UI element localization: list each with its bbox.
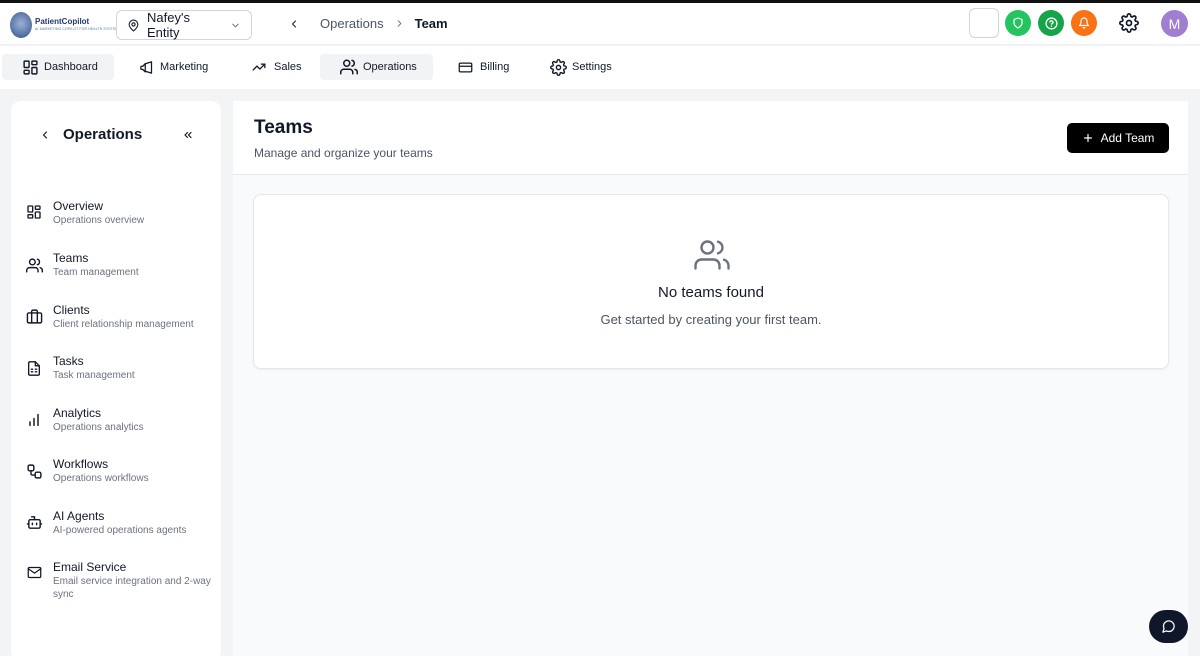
plus-icon xyxy=(1083,133,1092,143)
trending-up-icon xyxy=(252,63,266,71)
sidebar-item-label: Tasks xyxy=(53,354,84,368)
back-chevron-icon[interactable] xyxy=(288,18,302,30)
logo-tagline: AI MARKETING COPILOT FOR HEALTH SYSTEMS xyxy=(35,27,121,32)
page-subtitle: Manage and organize your teams xyxy=(254,146,433,160)
add-team-button[interactable]: Add Team xyxy=(1067,123,1169,153)
nav-label: Sales xyxy=(274,61,302,73)
megaphone-icon xyxy=(140,60,153,74)
bell-icon xyxy=(1078,17,1090,29)
nav-label: Marketing xyxy=(160,61,209,73)
empty-state-card: No teams found Get started by creating y… xyxy=(253,194,1169,369)
map-pin-icon xyxy=(128,19,139,31)
users-icon xyxy=(694,240,730,270)
grid-icon xyxy=(23,59,38,75)
sidebar-item-desc: Email service integration and 2-way sync xyxy=(53,576,211,600)
sidebar-item-label: Teams xyxy=(53,251,89,265)
entity-selector[interactable]: Nafey's Entity xyxy=(116,10,252,40)
chevron-right-icon xyxy=(394,18,405,29)
message-circle-icon xyxy=(1162,620,1175,633)
sidebar-item-tasks[interactable]: Tasks Task management xyxy=(11,354,221,398)
header-blank-button[interactable] xyxy=(969,8,999,38)
shield-icon xyxy=(1013,17,1023,29)
sidebar-item-workflows[interactable]: Workflows Operations workflows xyxy=(11,457,221,501)
sidebar-item-desc: Operations overview xyxy=(53,215,145,226)
bar-chart-icon xyxy=(29,413,39,427)
sidebar-item-teams[interactable]: Teams Team management xyxy=(11,251,221,295)
sidebar-item-label: AI Agents xyxy=(53,509,105,523)
nav-dashboard[interactable]: Dashboard xyxy=(2,54,114,80)
add-team-label: Add Team xyxy=(1100,131,1155,145)
users-icon xyxy=(340,59,358,75)
nav-sales[interactable]: Sales xyxy=(229,54,310,80)
nav-operations[interactable]: Operations xyxy=(320,54,433,80)
nav-settings[interactable]: Settings xyxy=(530,54,620,80)
entity-name: Nafey's Entity xyxy=(147,10,190,40)
credit-card-icon xyxy=(458,62,473,72)
logo-name: PatientCopilot xyxy=(35,17,90,27)
settings-gear-icon[interactable] xyxy=(1119,13,1139,33)
sidebar-item-label: Email Service xyxy=(53,560,127,574)
sidebar-header: Operations xyxy=(11,125,221,145)
gear-icon xyxy=(550,58,567,76)
workflow-icon xyxy=(27,464,42,479)
chat-button[interactable] xyxy=(1149,610,1188,643)
main-content: Teams Manage and organize your teams Add… xyxy=(233,101,1188,656)
help-circle-icon xyxy=(1044,16,1058,30)
sidebar-item-email-service[interactable]: Email Service Email service integration … xyxy=(11,560,221,616)
breadcrumb-current: Team xyxy=(414,16,448,31)
empty-state-subtitle: Get started by creating your first team. xyxy=(600,312,822,327)
nav-label: Dashboard xyxy=(44,61,98,73)
logo-mark xyxy=(10,12,32,38)
sidebar-item-desc: Operations analytics xyxy=(53,422,144,433)
logo[interactable]: PatientCopilot AI MARKETING COPILOT FOR … xyxy=(10,12,121,38)
page-header: Teams Manage and organize your teams Add… xyxy=(233,101,1188,175)
sidebar-item-label: Analytics xyxy=(53,406,102,420)
sidebar-item-desc: Operations workflows xyxy=(53,473,149,484)
nav-marketing[interactable]: Marketing xyxy=(118,54,216,80)
sidebar-title: Operations xyxy=(63,126,143,143)
sidebar-item-desc: Client relationship management xyxy=(53,319,194,330)
sidebar-item-analytics[interactable]: Analytics Operations analytics xyxy=(11,406,221,450)
sidebar-item-label: Clients xyxy=(53,303,90,317)
users-icon xyxy=(26,258,43,273)
sidebar-item-desc: Team management xyxy=(53,267,139,278)
nav-label: Billing xyxy=(480,61,510,73)
collapse-sidebar-icon[interactable] xyxy=(181,128,195,146)
sidebar: Operations Overview Operations overview … xyxy=(11,101,221,656)
sidebar-item-desc: Task management xyxy=(53,370,135,381)
nav-billing[interactable]: Billing xyxy=(436,54,517,80)
sidebar-back-icon[interactable] xyxy=(39,128,51,146)
sidebar-item-overview[interactable]: Overview Operations overview xyxy=(11,199,221,243)
chevron-down-icon xyxy=(232,23,239,27)
page-title: Teams xyxy=(254,117,313,138)
top-nav: Dashboard Marketing Sales Operations Bil… xyxy=(0,46,1200,89)
file-spreadsheet-icon xyxy=(28,361,40,376)
grid-icon xyxy=(27,205,41,219)
nav-label: Operations xyxy=(363,61,417,73)
notifications-button[interactable] xyxy=(1071,10,1097,36)
sidebar-item-label: Overview xyxy=(53,199,104,213)
nav-label: Settings xyxy=(572,61,612,73)
shield-status-button[interactable] xyxy=(1005,10,1031,36)
breadcrumb: Operations Team xyxy=(288,16,448,31)
help-button[interactable] xyxy=(1038,10,1064,36)
sidebar-item-label: Workflows xyxy=(53,457,109,471)
breadcrumb-parent[interactable]: Operations xyxy=(320,16,384,31)
sidebar-item-clients[interactable]: Clients Client relationship management xyxy=(11,303,221,347)
sidebar-item-desc: AI-powered operations agents xyxy=(53,525,187,536)
empty-state-title: No teams found xyxy=(658,284,764,301)
sidebar-item-ai-agents[interactable]: AI Agents AI-powered operations agents xyxy=(11,509,221,553)
bot-icon xyxy=(26,516,43,529)
briefcase-icon xyxy=(26,309,43,324)
user-avatar[interactable]: M xyxy=(1161,10,1188,37)
mail-icon xyxy=(27,566,42,579)
